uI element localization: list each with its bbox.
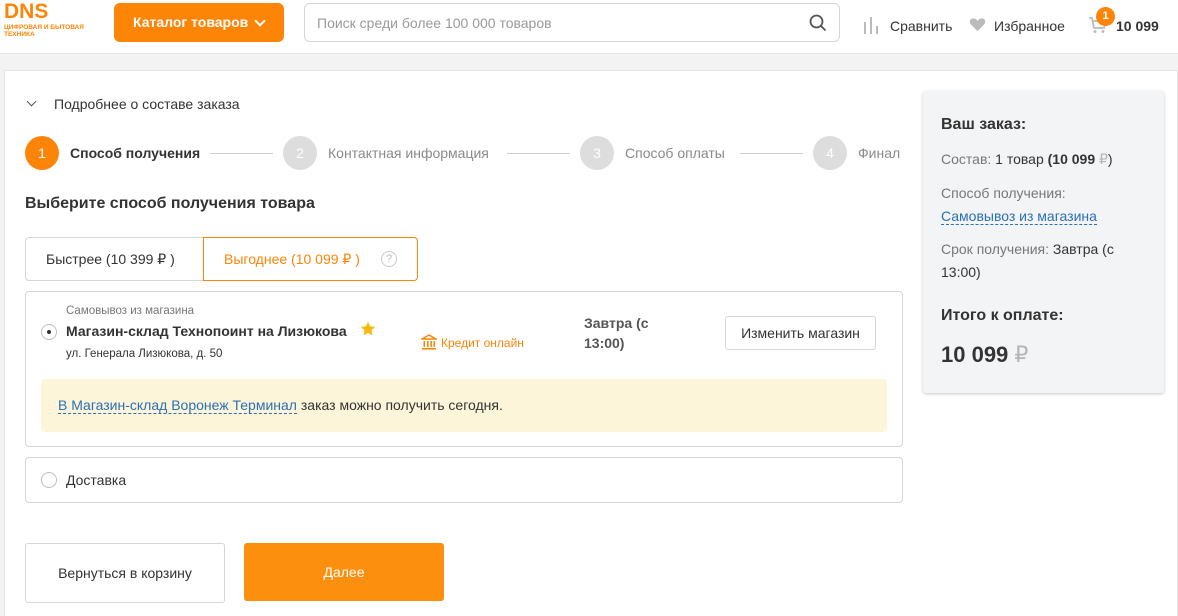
cart-total: 10 099 [1116, 18, 1159, 34]
step-pickup-method[interactable]: 1 Способ получения [25, 136, 200, 170]
delivery-option[interactable] [25, 457, 903, 503]
order-details-label: Подробнее о составе заказа [54, 96, 240, 112]
total-label: Итого к оплате: [941, 307, 1064, 324]
step-number: 2 [283, 136, 317, 170]
change-store-button[interactable]: Изменить магазин [725, 316, 876, 350]
compare-link[interactable]: Сравнить [863, 17, 953, 34]
next-button[interactable]: Далее [244, 543, 444, 601]
summary-title: Ваш заказ: [941, 116, 1027, 133]
search-icon[interactable] [809, 14, 827, 32]
notice-text: заказ можно получить сегодня. [296, 397, 503, 413]
step-connector [507, 153, 570, 154]
summary-method: Способ получения: Самовывоз из магазина [941, 182, 1141, 228]
search-input[interactable] [305, 4, 785, 41]
heart-icon [969, 18, 986, 31]
dns-logo[interactable]: DNS Цифровая и бытовая техника [4, 0, 84, 44]
favorites-link[interactable]: Избранное [969, 18, 1065, 34]
terminal-store-link[interactable]: В Магазин-склад Воронеж Терминал [58, 397, 297, 414]
site-header: DNS Цифровая и бытовая техника Каталог т… [0, 0, 1178, 54]
term-label: Срок получения: [941, 241, 1050, 257]
delivery-radio[interactable] [41, 472, 57, 488]
help-icon[interactable]: ? [381, 251, 397, 267]
back-to-cart-button[interactable]: Вернуться в корзину [25, 543, 225, 603]
composition-end: ) [1107, 151, 1113, 167]
credit-online-badge[interactable]: Кредит онлайн [421, 334, 524, 350]
method-value-link[interactable]: Самовывоз из магазина [941, 208, 1097, 225]
summary-term: Срок получения: Завтра (с 13:00) [941, 238, 1131, 284]
pickup-radio[interactable] [41, 324, 57, 340]
composition-price: (10 099 [1047, 151, 1096, 167]
total-value: 10 099 [941, 342, 1009, 367]
step-label: Способ оплаты [625, 145, 725, 161]
logo-subtitle: Цифровая и бытовая техника [4, 24, 84, 38]
logo-text: DNS [4, 0, 49, 23]
step-payment-method[interactable]: 3 Способ оплаты [580, 136, 725, 170]
composition-value: 1 товар [995, 151, 1044, 167]
pickup-notice: В Магазин-склад Воронеж Терминал заказ м… [41, 379, 887, 432]
compare-icon [864, 17, 878, 34]
composition-label: Состав: [941, 151, 992, 167]
section-title: Выберите способ получения товара [25, 195, 315, 212]
star-icon [360, 321, 376, 336]
pickup-type: Самовывоз из магазина [66, 305, 195, 317]
step-label: Финал [858, 145, 901, 161]
catalog-label: Каталог товаров [133, 14, 249, 30]
compare-label: Сравнить [890, 18, 953, 34]
search-box [304, 3, 840, 42]
tab-faster-label: Быстрее (10 399 ₽ ) [46, 251, 175, 267]
summary-composition: Состав: 1 товар (10 099 ₽) [941, 148, 1141, 171]
step-number: 3 [580, 136, 614, 170]
store-name: Магазин-склад Технопоинт на Лизюкова [66, 323, 347, 339]
cart-count-badge: 1 [1096, 7, 1115, 26]
total-amount: 10 099 ₽ [941, 342, 1028, 368]
favorites-label: Избранное [994, 18, 1065, 34]
step-final[interactable]: 4 Финал [813, 136, 900, 170]
step-connector [210, 153, 273, 154]
store-address: ул. Генерала Лизюкова, д. 50 [66, 348, 223, 360]
step-number: 1 [25, 136, 59, 170]
step-number: 4 [813, 136, 847, 170]
order-details-toggle[interactable]: Подробнее о составе заказа [25, 96, 240, 112]
currency-sign: ₽ [1099, 151, 1108, 167]
catalog-button[interactable]: Каталог товаров [114, 3, 284, 42]
cart-link[interactable]: 1 10 099 [1088, 7, 1159, 34]
chevron-down-icon [254, 15, 266, 27]
currency-sign: ₽ [1014, 342, 1029, 367]
credit-label: Кредит онлайн [441, 336, 524, 350]
pickup-date: Завтра (с 13:00) [584, 315, 649, 351]
tab-cheaper-label: Выгоднее (10 099 ₽ ) [224, 251, 360, 267]
chevron-down-icon [26, 96, 37, 107]
step-connector [740, 153, 803, 154]
method-label: Способ получения: [941, 185, 1066, 201]
step-label: Контактная информация [328, 145, 489, 161]
step-label: Способ получения [70, 145, 201, 161]
step-contact-info[interactable]: 2 Контактная информация [283, 136, 489, 170]
tab-faster[interactable]: Быстрее (10 399 ₽ ) [25, 237, 204, 281]
bank-icon [421, 334, 437, 350]
tab-cheaper[interactable]: Выгоднее (10 099 ₽ ) ? [203, 237, 418, 281]
delivery-label: Доставка [66, 472, 127, 488]
